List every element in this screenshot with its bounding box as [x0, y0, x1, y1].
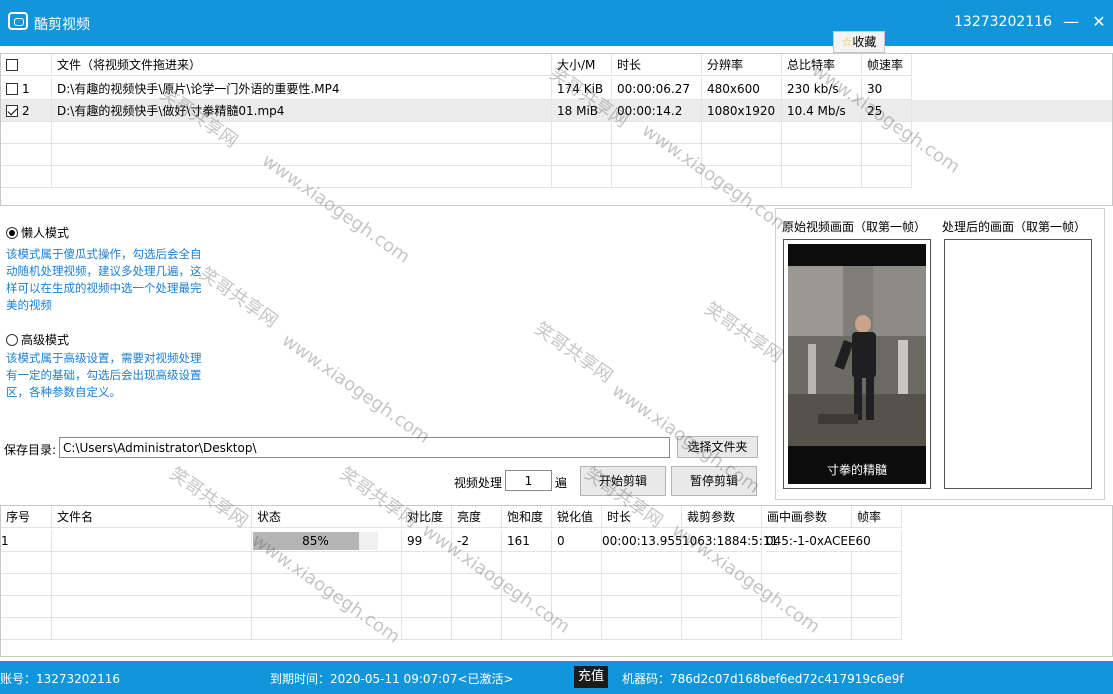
col-pip[interactable]: 画中画参数 — [762, 506, 852, 528]
col-status[interactable]: 状态 — [252, 506, 402, 528]
original-frame-label: 原始视频画面（取第一帧） — [782, 220, 927, 234]
job-table: 序号 文件名 状态 对比度 亮度 饱和度 锐化值 时长 裁剪参数 画中画参数 帧… — [0, 505, 1113, 657]
process-unit: 遍 — [555, 476, 568, 490]
status-machine-code: 机器码：786d2c07d168bef6ed72c417919c6e9f — [622, 672, 904, 686]
status-expiry: 到期时间：2020-05-11 09:07:07<已激活> — [270, 672, 514, 686]
job-progress-text: 85% — [302, 534, 329, 548]
col-saturation[interactable]: 饱和度 — [502, 506, 552, 528]
col-crop[interactable]: 裁剪参数 — [682, 506, 762, 528]
job-pip: 045:-1-0xACEE60 — [766, 530, 871, 552]
file-duration: 00:00:06.27 — [612, 78, 702, 100]
file-resolution: 1080x1920 — [702, 100, 782, 122]
file-size: 18 MiB — [552, 100, 612, 122]
col-brightness[interactable]: 亮度 — [452, 506, 502, 528]
title-bar: 酷剪视频 13273202116 — ✕ — [0, 0, 1113, 46]
watermark: www.xiaogegh.com — [277, 330, 434, 448]
col-index[interactable]: 序号 — [1, 506, 52, 528]
job-brightness: -2 — [452, 530, 502, 552]
job-crop: 1063:1884:5:11 — [682, 530, 778, 552]
empty-row — [1, 144, 1112, 166]
lazy-mode-radio[interactable]: 懒人模式 — [6, 224, 69, 241]
account-number: 13273202116 — [954, 14, 1052, 30]
job-filename — [52, 530, 252, 552]
file-bitrate: 230 kb/s — [782, 78, 862, 100]
file-duration: 00:00:14.2 — [612, 100, 702, 122]
col-fps[interactable]: 帧速率 — [862, 54, 912, 76]
status-bar: 账号：13273202116 到期时间：2020-05-11 09:07:07<… — [0, 661, 1113, 694]
empty-row — [1, 166, 1112, 188]
table-row[interactable]: 1 85% 99 -2 161 0 00:00:13.955 1063:1884… — [1, 530, 1112, 552]
col-bitrate[interactable]: 总比特率 — [782, 54, 862, 76]
star-icon: ☆ — [841, 35, 853, 49]
job-table-header: 序号 文件名 状态 对比度 亮度 饱和度 锐化值 时长 裁剪参数 画中画参数 帧… — [1, 506, 1112, 528]
processed-frame-box — [944, 239, 1092, 489]
file-resolution: 480x600 — [702, 78, 782, 100]
recharge-button[interactable]: 充值 — [574, 666, 609, 688]
table-row[interactable]: 2 D:\有趣的视频快手\做好\寸拳精髓01.mp4 18 MiB 00:00:… — [1, 100, 1112, 122]
radio-unchecked-icon — [6, 334, 18, 346]
col-contrast[interactable]: 对比度 — [402, 506, 452, 528]
empty-row — [1, 618, 1112, 640]
original-frame-image: 寸拳的精髓 — [788, 244, 926, 484]
job-index: 1 — [1, 530, 52, 552]
lazy-mode-description: 该模式属于傻瓜式操作，勾选后会全自动随机处理视频，建议多处理几遍，这样可以在生成… — [6, 247, 202, 312]
job-status: 85% — [252, 530, 402, 552]
job-progress-bar: 85% — [253, 532, 378, 550]
file-table: 文件（将视频文件拖进来） 大小/M 时长 分辨率 总比特率 帧速率 1 D:\有… — [0, 53, 1113, 206]
file-table-header: 文件（将视频文件拖进来） 大小/M 时长 分辨率 总比特率 帧速率 — [1, 54, 1112, 76]
frame-photo-illustration — [788, 244, 926, 484]
job-saturation: 161 — [502, 530, 552, 552]
col-size[interactable]: 大小/M — [552, 54, 612, 76]
app-title: 酷剪视频 — [34, 17, 90, 33]
frame-caption: 寸拳的精髓 — [826, 463, 887, 477]
minimize-button[interactable]: — — [1059, 10, 1083, 34]
file-path: D:\有趣的视频快手\原片\论学一门外语的重要性.MP4 — [52, 78, 552, 100]
empty-row — [1, 574, 1112, 596]
job-sharpen: 0 — [552, 530, 602, 552]
select-all-checkbox[interactable] — [6, 59, 18, 71]
job-contrast: 99 — [402, 530, 452, 552]
save-dir-input[interactable] — [59, 437, 670, 458]
col-job-fps[interactable]: 帧率 — [852, 506, 902, 528]
pause-edit-button[interactable]: 暂停剪辑 — [671, 466, 757, 496]
col-job-duration[interactable]: 时长 — [602, 506, 682, 528]
job-duration: 00:00:13.955 — [602, 530, 682, 552]
start-edit-button[interactable]: 开始剪辑 — [580, 466, 666, 496]
close-button[interactable]: ✕ — [1087, 10, 1111, 34]
original-frame-box: 寸拳的精髓 — [783, 239, 931, 489]
process-label: 视频处理 — [454, 476, 503, 490]
file-size: 174 KiB — [552, 78, 612, 100]
job-fps — [866, 530, 902, 552]
choose-folder-button[interactable]: 选择文件夹 — [677, 436, 758, 458]
file-bitrate: 10.4 Mb/s — [782, 100, 862, 122]
process-count-input[interactable] — [505, 470, 552, 491]
row-checkbox[interactable] — [6, 105, 18, 117]
col-resolution[interactable]: 分辨率 — [702, 54, 782, 76]
col-duration[interactable]: 时长 — [612, 54, 702, 76]
watermark: 笑哥共享网 — [195, 263, 282, 333]
preview-panel: 原始视频画面（取第一帧） 处理后的画面（取第一帧） 寸拳的精髓 — [775, 208, 1105, 500]
status-account: 账号：13273202116 — [0, 672, 120, 686]
col-sharpen[interactable]: 锐化值 — [552, 506, 602, 528]
file-fps: 25 — [862, 100, 912, 122]
col-file[interactable]: 文件（将视频文件拖进来） — [52, 54, 552, 76]
radio-checked-icon — [6, 227, 18, 239]
empty-row — [1, 596, 1112, 618]
file-path: D:\有趣的视频快手\做好\寸拳精髓01.mp4 — [52, 100, 552, 122]
advanced-mode-description: 该模式属于高级设置，需要对视频处理有一定的基础，勾选后会出现高级设置区，各种参数… — [6, 351, 202, 399]
advanced-mode-radio[interactable]: 高级模式 — [6, 331, 69, 348]
empty-row — [1, 552, 1112, 574]
col-filename[interactable]: 文件名 — [52, 506, 252, 528]
favorite-button[interactable]: ☆收藏 — [833, 31, 885, 53]
save-dir-label: 保存目录: — [4, 443, 57, 457]
empty-row — [1, 122, 1112, 144]
processed-frame-label: 处理后的画面（取第一帧） — [942, 220, 1087, 234]
row-checkbox[interactable] — [6, 83, 18, 95]
watermark: 笑哥共享网 — [530, 318, 617, 388]
table-row[interactable]: 1 D:\有趣的视频快手\原片\论学一门外语的重要性.MP4 174 KiB 0… — [1, 78, 1112, 100]
file-fps: 30 — [862, 78, 912, 100]
app-logo-icon — [8, 12, 28, 30]
